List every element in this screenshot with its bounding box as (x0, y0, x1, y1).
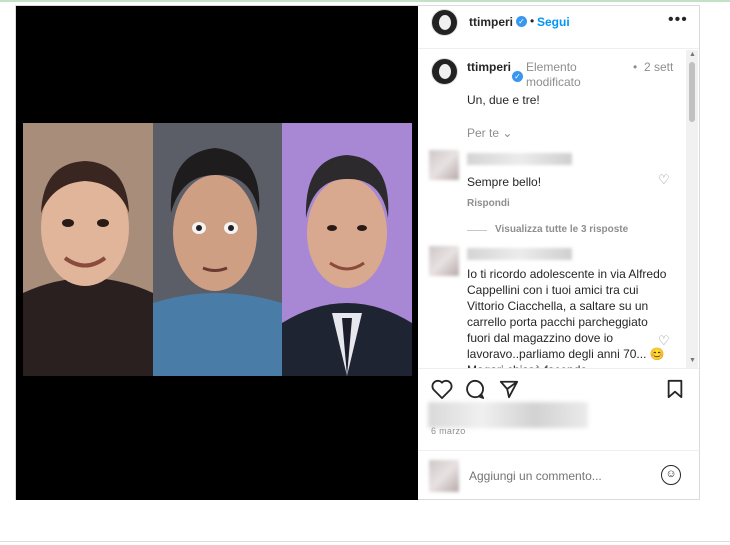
avatar[interactable] (429, 150, 459, 180)
post-sidebar: ttimperi ✓ • Segui ••• ttimperi ✓ Elemen… (418, 6, 699, 500)
photo-young-man (153, 123, 282, 376)
comment-username-redacted (467, 248, 572, 260)
window-bottom-border (0, 541, 730, 542)
edited-label: Elemento modificato (526, 60, 581, 89)
scroll-up-icon[interactable]: ▲ (689, 51, 696, 58)
photo-child (23, 123, 153, 376)
heart-icon[interactable] (431, 379, 453, 403)
view-replies-button[interactable]: Visualizza tutte le 3 risposte (495, 224, 628, 235)
emoji-icon[interactable]: ☺ (661, 465, 681, 485)
caption-time[interactable]: 2 sett (644, 60, 674, 75)
follow-button[interactable]: Segui (537, 15, 570, 29)
avatar[interactable] (431, 9, 458, 36)
avatar[interactable] (431, 58, 458, 85)
heart-icon[interactable]: ♡ (658, 333, 670, 349)
post-media[interactable] (16, 6, 418, 500)
comment-text: Io ti ricordo adolescente in via Alfredo… (467, 267, 667, 368)
window-top-border (0, 0, 730, 2)
photo-adult-man (282, 123, 412, 376)
verified-badge-icon: ✓ (512, 71, 523, 82)
heart-icon[interactable]: ♡ (658, 172, 670, 188)
add-comment-row: ☺ (418, 450, 699, 500)
scrollbar-thumb[interactable] (689, 62, 695, 122)
post-date[interactable]: 6 marzo (431, 426, 466, 436)
more-options-icon[interactable]: ••• (668, 11, 688, 29)
reply-button[interactable]: Rispondi (467, 198, 510, 209)
add-comment-input[interactable] (469, 469, 649, 483)
divider (467, 230, 487, 231)
avatar (429, 460, 459, 492)
chevron-down-icon: ⌄ (502, 126, 513, 140)
photo-collage (23, 123, 412, 376)
separator-dot: • (633, 60, 638, 74)
comment-text: Sempre bello! (467, 175, 542, 189)
share-icon[interactable] (499, 379, 519, 403)
scroll-down-icon[interactable]: ▼ (689, 357, 696, 364)
separator-dot: • (530, 14, 535, 28)
comment-username-redacted (467, 153, 572, 165)
instagram-post: ttimperi ✓ • Segui ••• ttimperi ✓ Elemen… (15, 5, 700, 500)
comments-list[interactable]: ttimperi ✓ Elemento modificato • 2 sett … (418, 50, 699, 368)
post-header: ttimperi ✓ • Segui ••• (418, 6, 699, 49)
caption-text: Un, due e tre! (467, 93, 540, 107)
verified-badge-icon: ✓ (516, 16, 527, 27)
comments-scrollbar[interactable]: ▲ ▼ (686, 50, 698, 368)
translate-label: Per te (467, 126, 500, 140)
avatar[interactable] (429, 246, 459, 276)
caption-username[interactable]: ttimperi (467, 61, 511, 74)
translate-link[interactable]: Per te ⌄ (467, 126, 512, 140)
comment-icon[interactable] (465, 379, 485, 403)
likes-count-redacted (428, 402, 588, 428)
bookmark-icon[interactable] (666, 379, 684, 403)
header-username[interactable]: ttimperi (469, 15, 513, 29)
